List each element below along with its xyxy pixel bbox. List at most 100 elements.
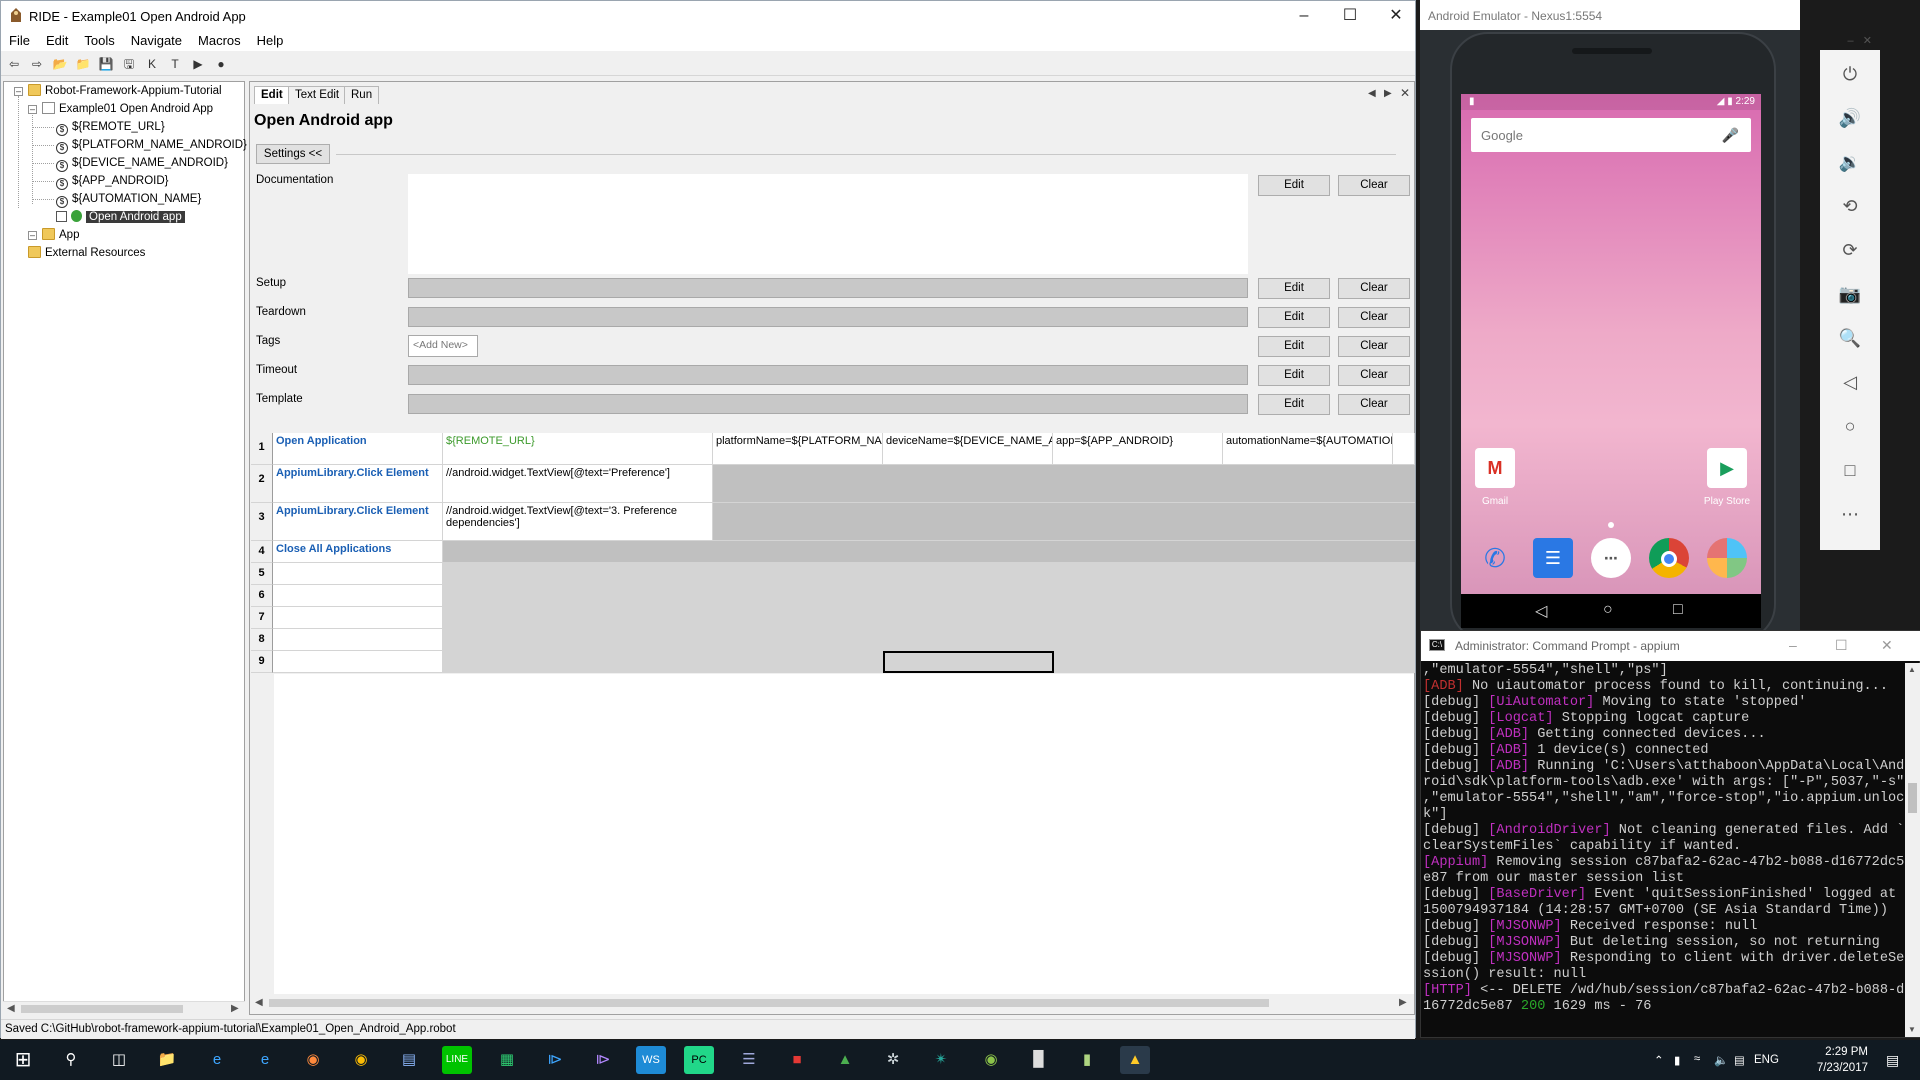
menu-navigate[interactable]: Navigate xyxy=(123,31,190,48)
tree-variable[interactable]: $ ${AUTOMATION_NAME} xyxy=(56,190,201,208)
collapse-icon[interactable]: – xyxy=(28,231,37,240)
row-number[interactable]: 9 xyxy=(251,651,273,673)
documentation-edit-button[interactable]: Edit xyxy=(1258,175,1330,196)
forward-icon[interactable]: ⇨ xyxy=(27,54,47,74)
grid-cell[interactable]: AppiumLibrary.Click Element xyxy=(273,503,443,541)
clock-date[interactable]: 7/23/2017 xyxy=(1804,1062,1868,1074)
template-clear-button[interactable]: Clear xyxy=(1338,394,1410,415)
ride-taskbar-icon[interactable]: ▲ xyxy=(1120,1046,1150,1074)
timeout-field[interactable] xyxy=(408,365,1248,385)
rotate-left-icon[interactable]: ⟲ xyxy=(1820,196,1880,217)
message-icon[interactable]: ▤ xyxy=(1734,1053,1745,1067)
phone-icon[interactable]: ✆ xyxy=(1475,538,1515,578)
minimize-icon[interactable]: – xyxy=(1789,637,1797,653)
row-number[interactable]: 6 xyxy=(251,585,273,607)
maximize-icon[interactable]: ☐ xyxy=(1327,1,1373,31)
selected-grid-cell[interactable] xyxy=(883,651,1054,673)
console-output[interactable]: ,"emulator-5554","shell","ps"] [ADB] No u… xyxy=(1421,663,1905,1037)
scroll-thumb[interactable] xyxy=(21,1005,183,1013)
tags-edit-button[interactable]: Edit xyxy=(1258,336,1330,357)
scroll-down-icon[interactable]: ▼ xyxy=(1908,1025,1916,1034)
grid-cell[interactable]: platformName=${PLATFORM_NAM xyxy=(713,433,883,465)
grid-cell[interactable]: AppiumLibrary.Click Element xyxy=(273,465,443,503)
grid-cell[interactable]: //android.widget.TextView[@text='3. Pref… xyxy=(443,503,713,541)
setup-edit-button[interactable]: Edit xyxy=(1258,278,1330,299)
start-icon[interactable]: ⊞ xyxy=(8,1046,38,1074)
tree-variable[interactable]: $ ${PLATFORM_NAME_ANDROID} xyxy=(56,136,247,154)
scroll-thumb[interactable] xyxy=(1908,783,1917,813)
collapse-icon[interactable]: – xyxy=(14,87,23,96)
camera-icon[interactable]: 📷 xyxy=(1820,284,1880,305)
tab-left-icon[interactable]: ◀ xyxy=(1368,88,1376,99)
grid-cell[interactable] xyxy=(1393,433,1415,465)
app-drawer-icon[interactable]: ⋯ xyxy=(1591,538,1631,578)
visual-studio-icon[interactable]: ⧐ xyxy=(588,1046,618,1074)
row-number[interactable]: 7 xyxy=(251,607,273,629)
volume-up-icon[interactable]: 🔊 xyxy=(1820,108,1880,129)
tags-add-new[interactable]: <Add New> xyxy=(408,335,478,357)
webstorm-icon[interactable]: WS xyxy=(636,1046,666,1074)
back-icon[interactable]: ◁ xyxy=(1820,372,1880,393)
test-search-icon[interactable]: T xyxy=(165,54,185,74)
tab-text-edit[interactable]: Text Edit xyxy=(288,86,347,104)
row-number[interactable]: 5 xyxy=(251,563,273,585)
line-icon[interactable]: LINE xyxy=(442,1046,472,1074)
scroll-left-icon[interactable]: ◀ xyxy=(255,997,263,1008)
open-directory-icon[interactable]: 📁 xyxy=(73,54,93,74)
documentation-field[interactable] xyxy=(408,174,1248,274)
tray-chevron-icon[interactable]: ⌃ xyxy=(1654,1053,1664,1067)
collapse-icon[interactable]: – xyxy=(28,105,37,114)
scroll-right-icon[interactable]: ▶ xyxy=(231,1003,239,1014)
overview-icon[interactable]: □ xyxy=(1820,460,1880,481)
checkbox-icon[interactable] xyxy=(56,211,67,222)
tab-close-icon[interactable]: ✕ xyxy=(1400,86,1410,100)
setup-clear-button[interactable]: Clear xyxy=(1338,278,1410,299)
minimize-icon[interactable]: – xyxy=(1847,35,1853,47)
close-icon[interactable]: ✕ xyxy=(1373,1,1419,31)
internet-explorer-icon[interactable]: e xyxy=(202,1046,232,1074)
tree-test-case[interactable]: Open Android app xyxy=(56,208,185,226)
pycharm-icon[interactable]: PC xyxy=(684,1046,714,1074)
edge-icon[interactable]: e xyxy=(250,1046,280,1074)
tree-horizontal-scrollbar[interactable]: ◀ ▶ xyxy=(3,1001,245,1015)
save-all-icon[interactable]: 🖫 xyxy=(119,54,139,74)
chrome-icon[interactable] xyxy=(1649,538,1689,578)
messages-icon[interactable]: ☰ xyxy=(1533,538,1573,578)
keyword-search-icon[interactable]: K xyxy=(142,54,162,74)
row-number[interactable]: 4 xyxy=(251,541,273,563)
home-icon[interactable]: ○ xyxy=(1820,416,1880,437)
photos-icon[interactable] xyxy=(1707,538,1747,578)
grid-cell[interactable]: //android.widget.TextView[@text='Prefere… xyxy=(443,465,713,503)
tree-variable[interactable]: $ ${DEVICE_NAME_ANDROID} xyxy=(56,154,228,172)
scroll-left-icon[interactable]: ◀ xyxy=(7,1003,15,1014)
terminal-icon[interactable]: ▉ xyxy=(1024,1046,1054,1074)
tab-run[interactable]: Run xyxy=(344,86,380,104)
volume-icon[interactable]: 🔈 xyxy=(1714,1053,1728,1067)
microphone-icon[interactable]: 🎤 xyxy=(1722,127,1739,144)
tree-suite[interactable]: Example01 Open Android App xyxy=(42,100,213,118)
teardown-clear-button[interactable]: Clear xyxy=(1338,307,1410,328)
search-icon[interactable]: ⚲ xyxy=(56,1046,86,1074)
android-studio-icon[interactable]: ▲ xyxy=(830,1046,860,1074)
menu-edit[interactable]: Edit xyxy=(38,31,76,48)
tree-external-resources[interactable]: External Resources xyxy=(28,244,145,262)
more-icon[interactable]: ⋯ xyxy=(1820,504,1880,525)
notepad-icon[interactable]: ▮ xyxy=(1072,1046,1102,1074)
tab-right-icon[interactable]: ▶ xyxy=(1384,88,1392,99)
minimize-icon[interactable]: – xyxy=(1281,1,1327,31)
grid-cell[interactable]: Close All Applications xyxy=(273,541,443,563)
power-icon[interactable]: ⏻ xyxy=(1820,64,1880,85)
play-store-icon[interactable]: ▶ xyxy=(1707,448,1747,488)
grid-cell[interactable]: Open Application xyxy=(273,433,443,465)
grid-cell[interactable]: app=${APP_ANDROID} xyxy=(1053,433,1223,465)
run-icon[interactable]: ▶ xyxy=(188,54,208,74)
scroll-up-icon[interactable]: ▲ xyxy=(1908,665,1916,674)
chrome-icon[interactable]: ◉ xyxy=(346,1046,376,1074)
network-icon[interactable]: ✲ xyxy=(878,1046,908,1074)
volume-down-icon[interactable]: 🔉 xyxy=(1820,152,1880,173)
tree-project[interactable]: Robot-Framework-Appium-Tutorial xyxy=(28,82,222,100)
setup-field[interactable] xyxy=(408,278,1248,298)
template-edit-button[interactable]: Edit xyxy=(1258,394,1330,415)
grid-cell[interactable]: deviceName=${DEVICE_NAME_AN xyxy=(883,433,1053,465)
close-icon[interactable]: ✕ xyxy=(1863,35,1872,47)
